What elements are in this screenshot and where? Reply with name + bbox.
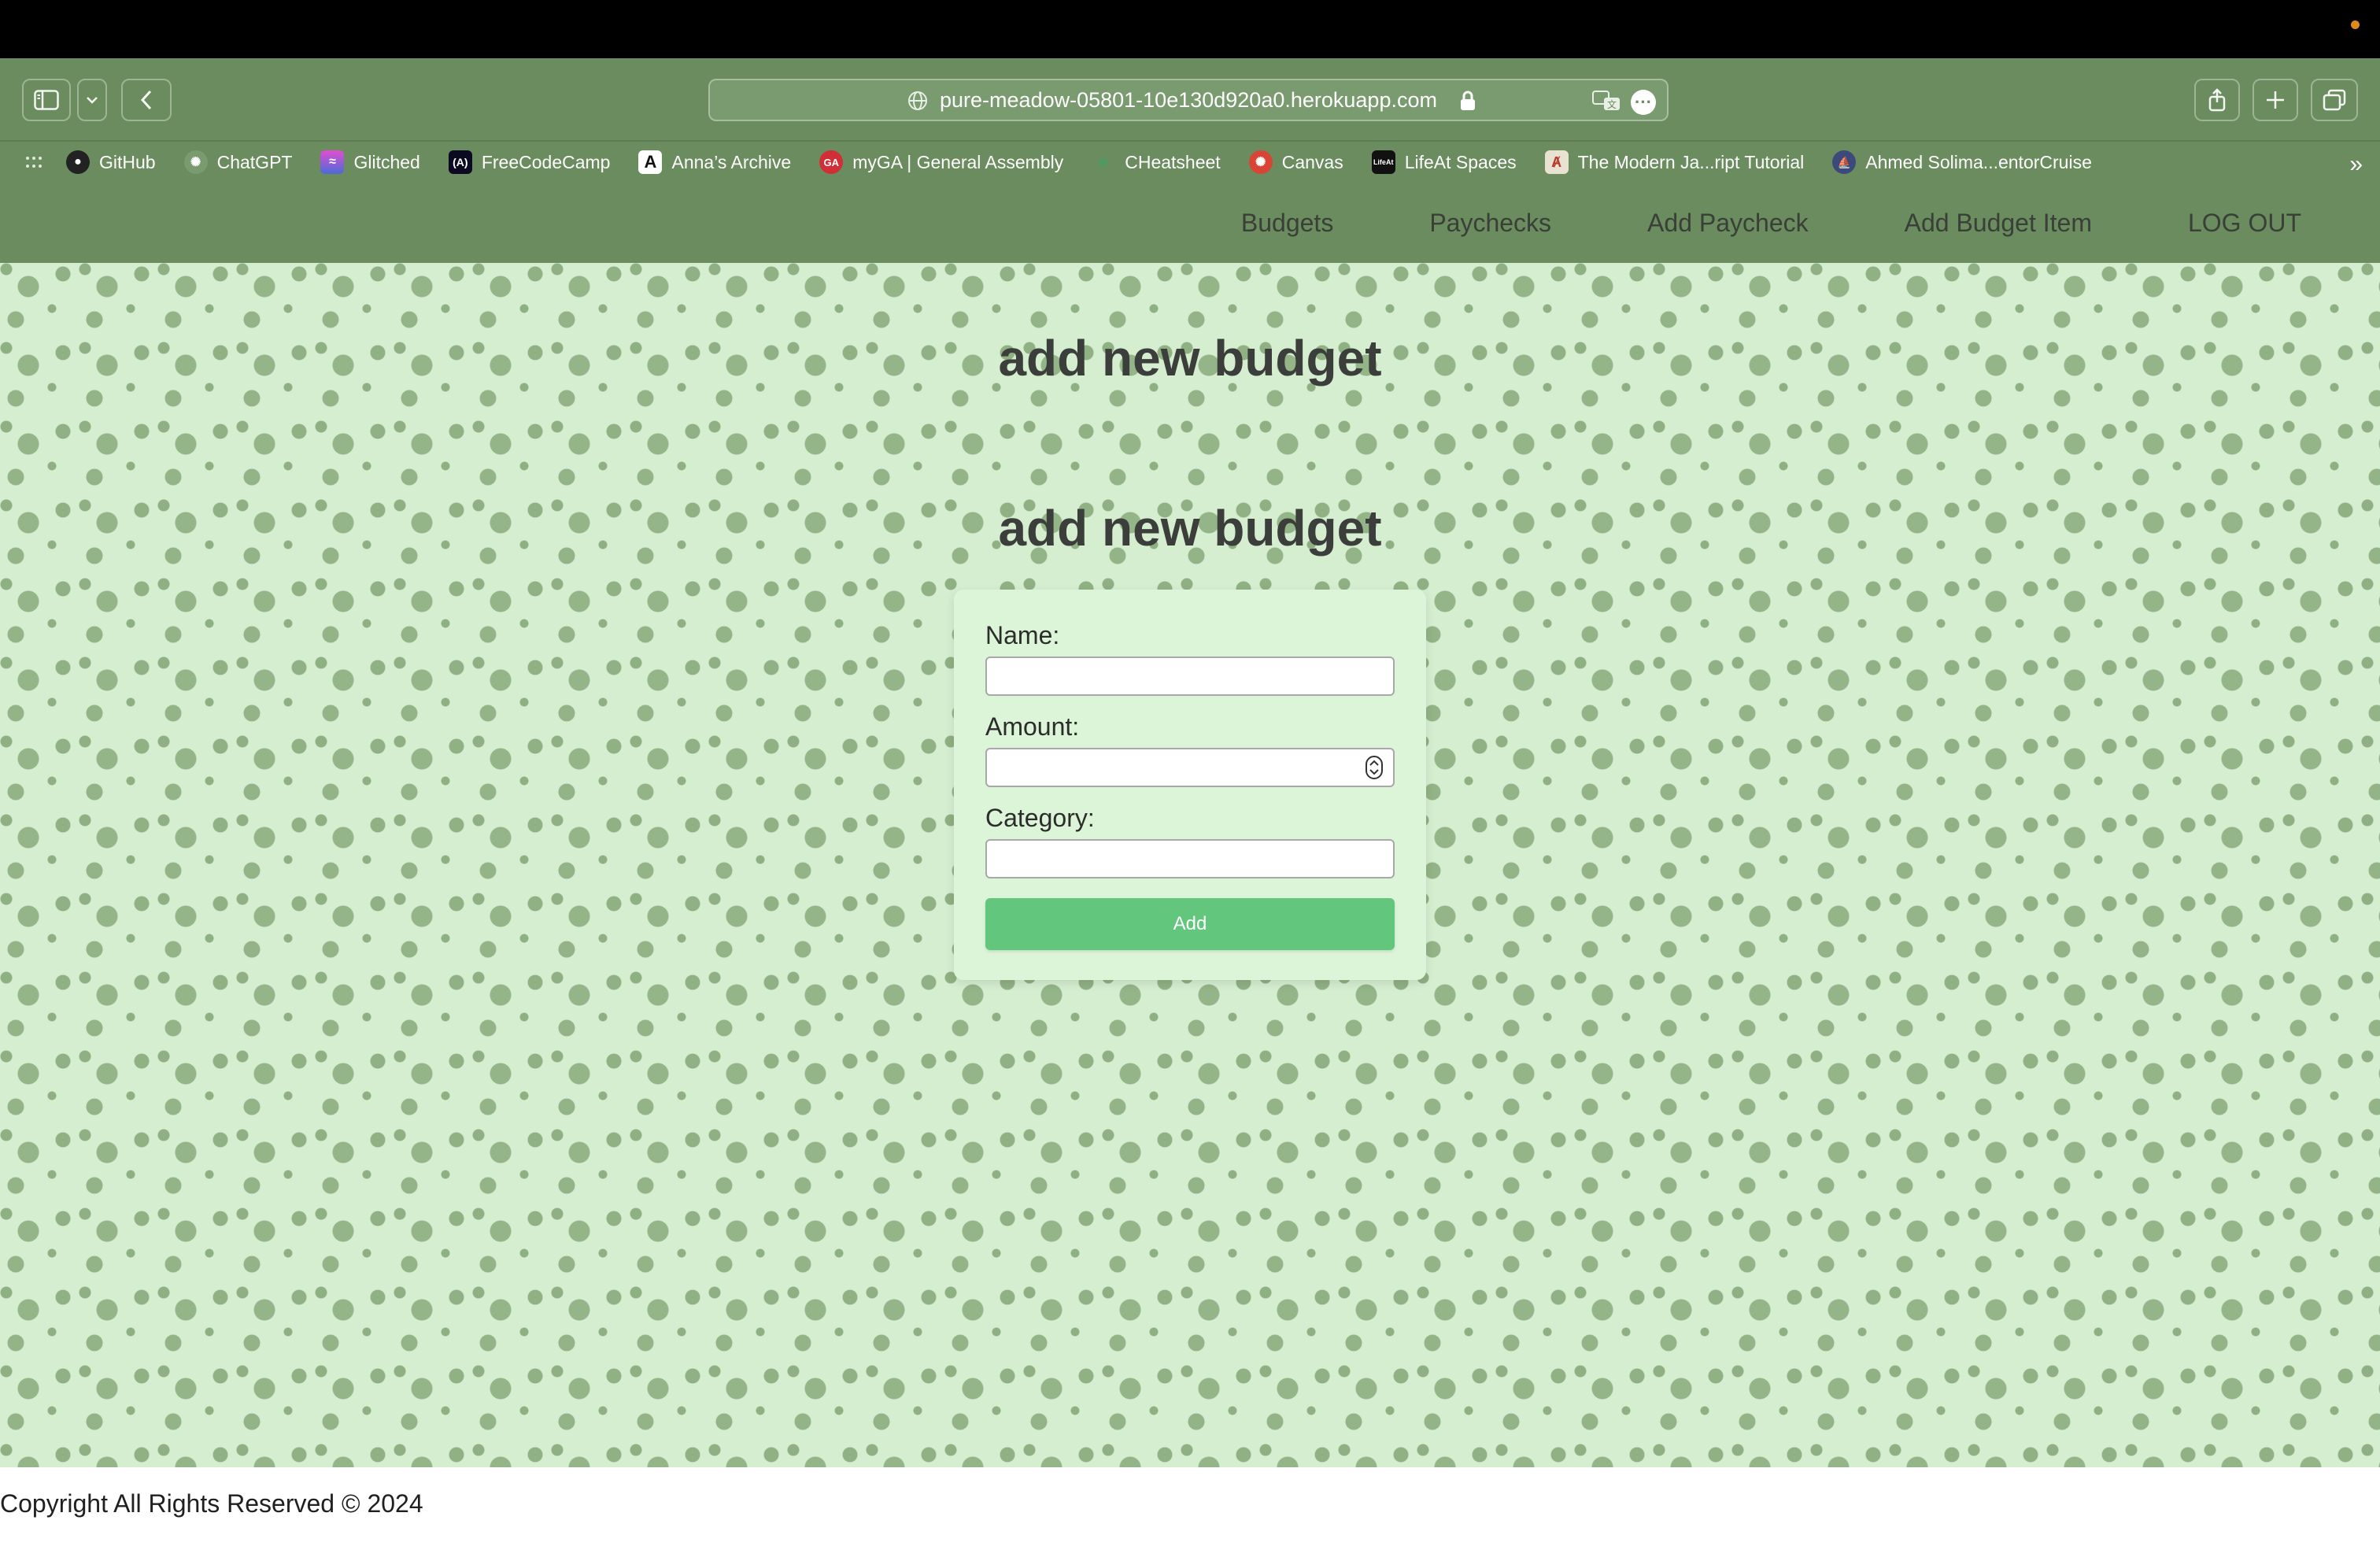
lock-icon xyxy=(1461,91,1475,110)
main-content: add new budget add new budget Name: Amou… xyxy=(0,263,2380,1467)
copyright-text: Copyright All Rights Reserved © 2024 xyxy=(0,1489,423,1518)
back-button[interactable] xyxy=(121,79,172,121)
sidebar-icon xyxy=(34,90,59,110)
share-button[interactable] xyxy=(2194,79,2240,121)
bookmark-annas-archive[interactable]: A Anna’s Archive xyxy=(638,150,791,174)
stepper-icon[interactable] xyxy=(1365,755,1384,780)
new-tab-button[interactable] xyxy=(2252,79,2298,121)
bookmark-cheatsheet[interactable]: ♣ CHeatsheet xyxy=(1092,150,1221,174)
nav-link-logout[interactable]: LOG OUT xyxy=(2188,209,2301,238)
browser-toolbar: pure-meadow-05801-10e130d920a0.herokuapp… xyxy=(0,58,2380,140)
annas-archive-icon: A xyxy=(638,150,663,174)
nav-link-add-budget-item[interactable]: Add Budget Item xyxy=(1905,209,2092,238)
canvas-icon: ✺ xyxy=(1248,150,1273,174)
bookmark-glitched[interactable]: ≈ Glitched xyxy=(320,150,420,174)
globe-icon xyxy=(908,91,927,110)
nav-link-budgets[interactable]: Budgets xyxy=(1241,209,1333,238)
share-icon xyxy=(2208,88,2226,112)
bookmark-javascript-info[interactable]: Ⱥ The Modern Ja...ript Tutorial xyxy=(1544,150,1805,174)
github-icon: ● xyxy=(66,150,90,174)
site-navbar: Budgets Paychecks Add Paycheck Add Budge… xyxy=(0,183,2380,263)
bookmark-label: FreeCodeCamp xyxy=(481,151,611,172)
chevron-down-icon xyxy=(87,97,98,104)
address-bar[interactable]: pure-meadow-05801-10e130d920a0.herokuapp… xyxy=(708,79,1669,121)
add-button[interactable]: Add xyxy=(985,898,1395,950)
name-label: Name: xyxy=(985,621,1060,649)
translate-icon[interactable]: 文 xyxy=(1591,89,1621,113)
svg-text:文: 文 xyxy=(1607,98,1617,110)
glitched-icon: ≈ xyxy=(320,150,345,174)
sidebar-toggle-button[interactable] xyxy=(22,79,71,121)
bookmark-freecodecamp[interactable]: (A) FreeCodeCamp xyxy=(448,150,611,174)
chatgpt-icon: ✺ xyxy=(183,150,208,174)
category-label: Category: xyxy=(985,804,1095,832)
bookmark-label: Glitched xyxy=(353,151,420,172)
amount-input[interactable] xyxy=(985,748,1395,787)
url-text: pure-meadow-05801-10e130d920a0.herokuapp… xyxy=(940,87,1437,112)
cheatsheet-icon: ♣ xyxy=(1098,152,1110,172)
bookmark-label: The Modern Ja...ript Tutorial xyxy=(1577,151,1805,172)
mentorcruise-icon: ⛵ xyxy=(1832,150,1857,174)
tab-overview-button[interactable] xyxy=(2311,79,2358,121)
form-title: add new budget xyxy=(998,500,1382,557)
bookmark-label: Anna’s Archive xyxy=(671,151,792,172)
bookmark-label: CHeatsheet xyxy=(1125,151,1221,172)
grid-icon[interactable] xyxy=(25,156,42,168)
category-input[interactable] xyxy=(985,839,1395,878)
chevron-left-icon xyxy=(140,90,152,110)
page-menu-icon[interactable]: ··· xyxy=(1631,90,1656,115)
bookmark-canvas[interactable]: ✺ Canvas xyxy=(1248,150,1343,174)
bookmark-label: myGA | General Assembly xyxy=(852,151,1064,172)
amount-label: Amount: xyxy=(985,712,1080,741)
ga-icon: GA xyxy=(819,150,844,174)
chevron-double-right-icon[interactable]: » xyxy=(2349,151,2363,178)
bookmark-label: LifeAt Spaces xyxy=(1404,151,1517,172)
bookmark-label: GitHub xyxy=(99,151,156,172)
tab-overview-icon xyxy=(2323,89,2346,111)
bookmark-label: Ahmed Solima...entorCruise xyxy=(1865,151,2092,172)
bookmarks-bar: ● GitHub ✺ ChatGPT ≈ Glitched (A) FreeCo… xyxy=(0,140,2380,183)
footer: Copyright All Rights Reserved © 2024 xyxy=(0,1467,2380,1546)
nav-link-add-paycheck[interactable]: Add Paycheck xyxy=(1647,209,1809,238)
bookmark-chatgpt[interactable]: ✺ ChatGPT xyxy=(183,150,293,174)
javascript-info-icon: Ⱥ xyxy=(1544,150,1569,174)
name-input[interactable] xyxy=(985,656,1395,696)
plus-icon xyxy=(2267,91,2284,109)
recording-indicator-icon xyxy=(2351,20,2360,29)
page-title: add new budget xyxy=(998,330,1382,386)
bookmark-label: Canvas xyxy=(1281,151,1343,172)
freecodecamp-icon: (A) xyxy=(448,150,472,174)
bookmark-lifeat[interactable]: LifeAt LifeAt Spaces xyxy=(1371,150,1517,174)
system-menubar xyxy=(0,0,2380,58)
nav-link-paychecks[interactable]: Paychecks xyxy=(1429,209,1551,238)
bookmark-github[interactable]: ● GitHub xyxy=(66,150,156,174)
bookmark-myga[interactable]: GA myGA | General Assembly xyxy=(819,150,1063,174)
add-budget-form: Name: Amount: Category: Add xyxy=(954,590,1426,980)
tab-group-dropdown-button[interactable] xyxy=(77,79,107,121)
bookmark-mentorcruise[interactable]: ⛵ Ahmed Solima...entorCruise xyxy=(1832,150,2092,174)
bookmark-label: ChatGPT xyxy=(216,151,293,172)
lifeat-icon: LifeAt xyxy=(1371,150,1395,174)
